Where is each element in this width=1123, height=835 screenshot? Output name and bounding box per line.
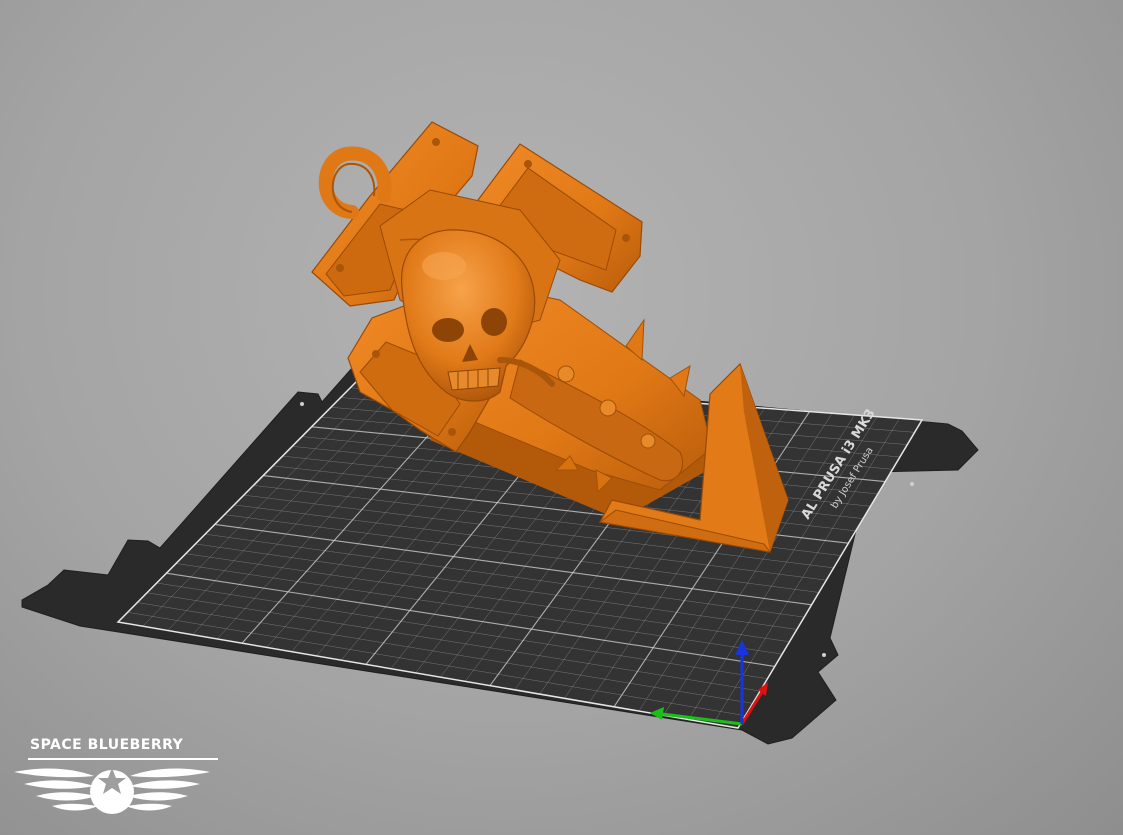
bed-screw <box>300 402 304 406</box>
3d-viewport[interactable]: AL PRUSA i3 MK3 by Josef Prusa SPACE BLU… <box>0 0 1123 835</box>
blueberry-wings-icon <box>14 768 210 814</box>
skull-highlight <box>422 252 466 280</box>
watermark-text: SPACE BLUEBERRY <box>30 737 184 753</box>
model-rivet <box>448 428 456 436</box>
bed-screw <box>822 653 826 657</box>
scene-canvas[interactable]: AL PRUSA i3 MK3 by Josef Prusa <box>0 0 1123 835</box>
model-rivet <box>432 138 440 146</box>
model-rivet <box>622 234 630 242</box>
model-rivet <box>336 264 344 272</box>
model-rivet <box>372 350 380 358</box>
model-stud <box>640 433 656 449</box>
model-rivet <box>524 160 532 168</box>
watermark-divider <box>28 758 218 760</box>
skull-eye-left <box>432 318 464 342</box>
watermark-logo: SPACE BLUEBERRY <box>14 734 218 824</box>
skull-eye-right <box>481 308 507 336</box>
model-stud <box>557 365 575 383</box>
bed-screw <box>910 482 914 486</box>
skull-teeth <box>447 367 501 391</box>
model-stud <box>599 399 617 417</box>
